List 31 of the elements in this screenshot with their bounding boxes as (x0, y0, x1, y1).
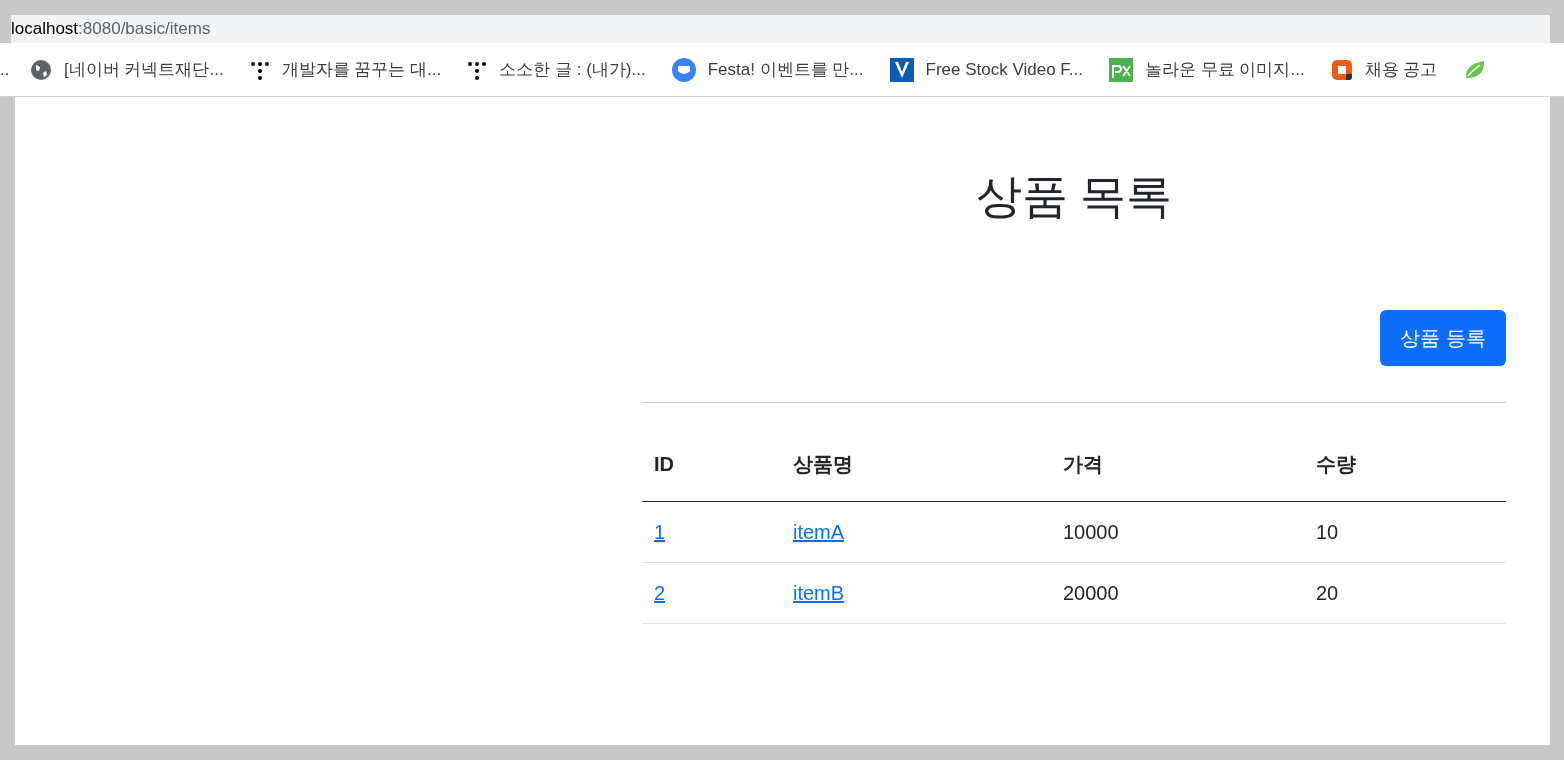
bookmark-link[interactable]: 채용 공고 (1364, 56, 1438, 83)
v-letter-icon (889, 57, 914, 82)
column-header: 수량 (1304, 443, 1506, 501)
bookmark-overflow: .. (0, 58, 11, 81)
globe-icon (30, 58, 52, 81)
bookmark-link[interactable]: [네이버 커넥트재단... (64, 56, 224, 83)
address-bar[interactable]: localhost:8080/basic/items (11, 15, 1550, 43)
column-header: 상품명 (781, 443, 1051, 501)
dots-icon (249, 59, 270, 80)
table-cell: 20 (1304, 562, 1506, 623)
px-letter-icon (1109, 57, 1133, 82)
item-id-link[interactable]: 1 (654, 520, 666, 543)
item-name-link[interactable]: itemB (793, 581, 845, 604)
dots-icon (467, 59, 488, 80)
bookmark-link[interactable]: 놀라운 무료 이미지... (1145, 56, 1305, 83)
bookmark-link[interactable]: 소소한 글 : (내가)... (499, 56, 646, 83)
url-text: localhost:8080/basic/items (11, 18, 211, 41)
column-header: 가격 (1051, 443, 1304, 501)
table-cell: 10 (1304, 501, 1506, 562)
column-header: ID (642, 443, 781, 501)
item-id-link[interactable]: 2 (654, 581, 666, 604)
square-logo-icon (1330, 58, 1353, 81)
table-cell: 20000 (1051, 562, 1304, 623)
bookmark-link[interactable]: 개발자를 꿈꾸는 대... (281, 56, 442, 83)
table-cell: 10000 (1051, 501, 1304, 562)
chat-bubble-icon (671, 57, 696, 82)
page-title: 상품 목록 (974, 169, 1174, 224)
bookmark-link[interactable]: Festa! 이벤트를 만... (707, 56, 864, 83)
add-product-button[interactable]: 상품 등록 (1380, 310, 1506, 366)
bookmark-link[interactable]: Free Stock Video F... (925, 56, 1083, 83)
item-name-link[interactable]: itemA (793, 520, 845, 543)
